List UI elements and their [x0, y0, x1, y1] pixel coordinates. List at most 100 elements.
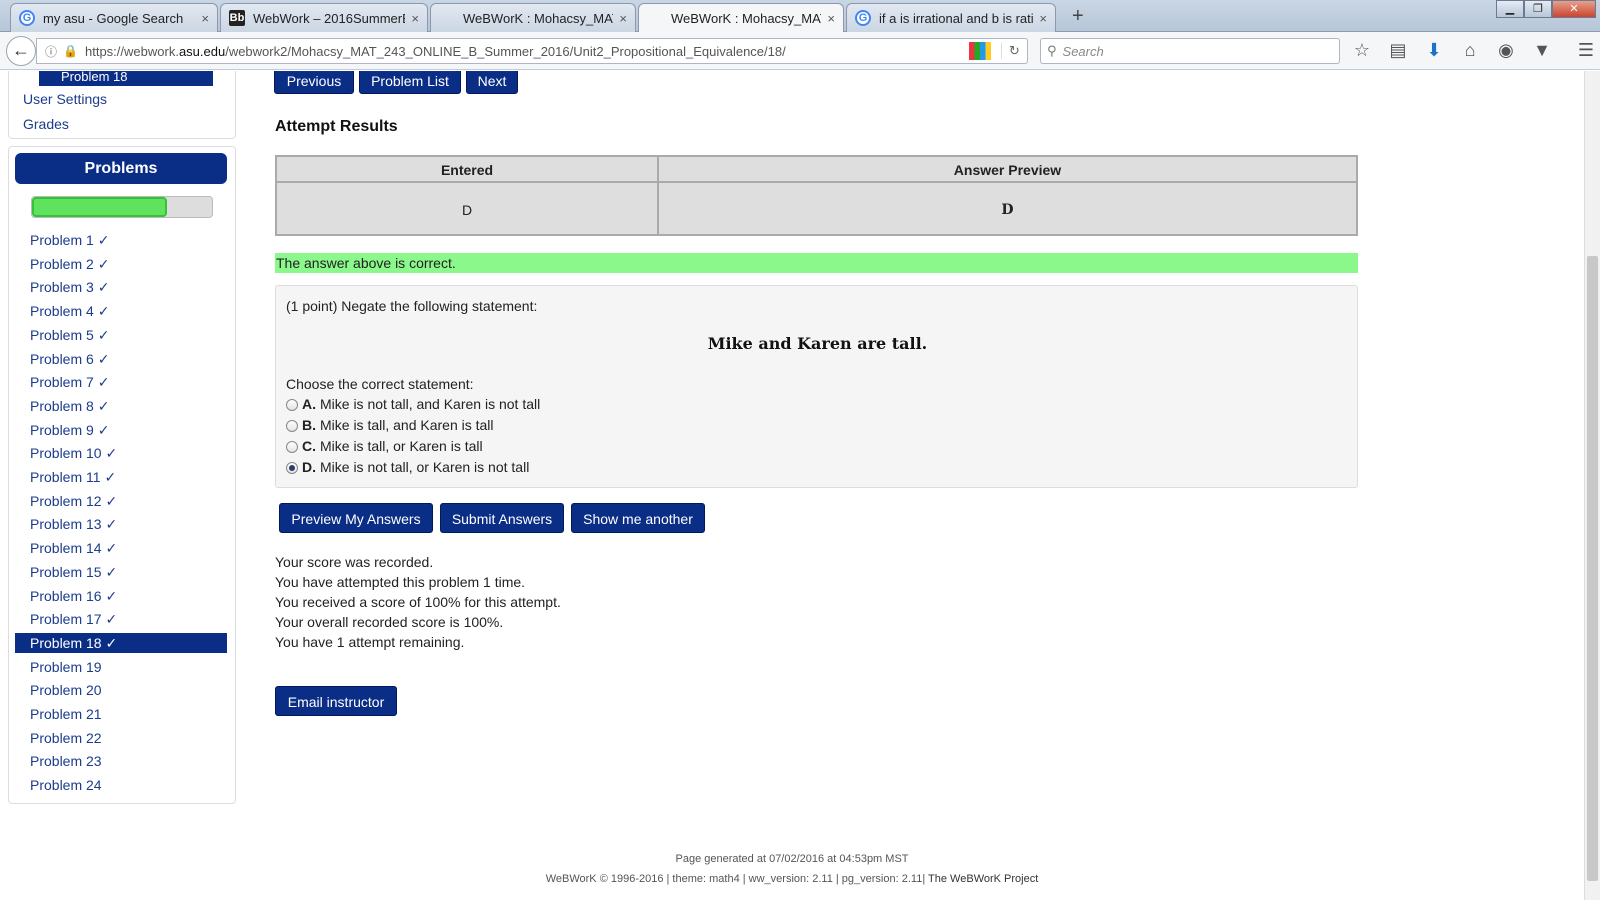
radio-button-c[interactable]	[286, 441, 298, 453]
webwork-project-link[interactable]: The WeBWorK Project	[928, 873, 1038, 885]
blank-page-icon	[647, 11, 663, 27]
close-tab-icon[interactable]: ×	[827, 11, 835, 26]
tab-title: my asu - Google Search	[43, 10, 184, 26]
browser-tab-1[interactable]: G my asu - Google Search ×	[10, 3, 218, 32]
close-tab-icon[interactable]: ×	[201, 11, 209, 26]
current-problem-link[interactable]: Problem 18	[39, 71, 213, 86]
sidebar-problem-link[interactable]: Problem 19	[15, 657, 227, 677]
score-message: You have attempted this problem 1 time.	[275, 574, 526, 590]
browser-tab-2[interactable]: Bb WebWork – 2016SummerB... ×	[220, 3, 428, 32]
download-icon[interactable]: ⬇	[1422, 40, 1446, 61]
home-icon[interactable]: ⌂	[1458, 40, 1482, 61]
choice-d[interactable]: D. Mike is not tall, or Karen is not tal…	[286, 459, 529, 475]
sidebar-problem-link[interactable]: Problem 9 ✓	[15, 420, 227, 440]
user-settings-link[interactable]: User Settings	[23, 91, 107, 107]
lock-icon: 🔒	[63, 44, 78, 58]
copyright-text: WeBWorK © 1996-2016 | theme: math4 | ww_…	[0, 869, 1584, 889]
reload-icon[interactable]: ↻	[1001, 43, 1027, 59]
search-input[interactable]: ⚲ Search	[1040, 38, 1340, 64]
pocket-icon[interactable]: ▼	[1530, 40, 1554, 61]
version-info: WeBWorK © 1996-2016 | theme: math4 | ww_…	[545, 873, 926, 885]
radio-button-d[interactable]	[286, 462, 298, 474]
sidebar-problem-link[interactable]: Problem 14 ✓	[15, 538, 227, 558]
choice-c[interactable]: C. Mike is tall, or Karen is tall	[286, 438, 483, 454]
close-tab-icon[interactable]: ×	[411, 11, 419, 26]
back-button[interactable]: ←	[6, 36, 36, 66]
sidebar-problem-link[interactable]: Problem 22	[15, 728, 227, 748]
extension-icon[interactable]	[969, 42, 991, 60]
maximize-button[interactable]: ❐	[1524, 0, 1552, 18]
answer-preview-cell: D	[1001, 202, 1014, 218]
correct-answer-banner: The answer above is correct.	[275, 253, 1358, 273]
reading-list-icon[interactable]: ▤	[1386, 40, 1410, 61]
entered-answer-cell: D	[461, 202, 473, 218]
sidebar-problem-link[interactable]: Problem 16 ✓	[15, 586, 227, 606]
bookmark-star-icon[interactable]: ☆	[1350, 40, 1374, 61]
sidebar-problem-link[interactable]: Problem 8 ✓	[15, 396, 227, 416]
sidebar-problem-link[interactable]: Problem 6 ✓	[15, 349, 227, 369]
grades-link[interactable]: Grades	[23, 116, 69, 132]
search-placeholder: Search	[1062, 43, 1104, 59]
sidebar-problem-link[interactable]: Problem 12 ✓	[15, 491, 227, 511]
sidebar-problem-link[interactable]: Problem 15 ✓	[15, 562, 227, 582]
sidebar-problem-link[interactable]: Problem 1 ✓	[15, 230, 227, 250]
radio-button-a[interactable]	[286, 399, 298, 411]
chat-icon[interactable]: ◉	[1494, 40, 1518, 61]
sidebar-problem-link[interactable]: Problem 7 ✓	[15, 372, 227, 392]
choose-label: Choose the correct statement:	[286, 376, 474, 392]
email-instructor-button[interactable]: Email instructor	[275, 686, 397, 716]
sidebar-problem-link[interactable]: Problem 11 ✓	[15, 467, 227, 487]
sidebar-problem-link[interactable]: Problem 23	[15, 751, 227, 771]
submit-answers-button[interactable]: Submit Answers	[440, 503, 564, 533]
sidebar-problem-link[interactable]: Problem 2 ✓	[15, 254, 227, 274]
choice-a[interactable]: A. Mike is not tall, and Karen is not ta…	[286, 396, 540, 412]
entered-column-header: Entered	[277, 157, 657, 183]
sidebar-problem-link[interactable]: Problem 13 ✓	[15, 514, 227, 534]
sidebar-problem-link[interactable]: Problem 10 ✓	[15, 443, 227, 463]
choice-b[interactable]: B. Mike is tall, and Karen is tall	[286, 417, 494, 433]
url-text[interactable]: https://webwork.asu.edu/webwork2/Mohacsy…	[79, 44, 969, 59]
tab-title: WeBWorK : Mohacsy_MAT...	[463, 10, 614, 26]
close-window-button[interactable]: ✕	[1552, 0, 1596, 18]
close-tab-icon[interactable]: ×	[619, 11, 627, 26]
problems-heading: Problems	[15, 153, 227, 184]
sidebar-problem-link[interactable]: Problem 4 ✓	[15, 301, 227, 321]
menu-icon[interactable]: ☰	[1574, 40, 1598, 61]
sidebar-problem-link[interactable]: Problem 5 ✓	[15, 325, 227, 345]
progress-bar	[31, 196, 213, 218]
sidebar-problem-link[interactable]: Problem 3 ✓	[15, 277, 227, 297]
browser-tab-3[interactable]: WeBWorK : Mohacsy_MAT... ×	[430, 3, 636, 32]
browser-tab-5[interactable]: G if a is irrational and b is rati... ×	[846, 3, 1056, 32]
radio-button-b[interactable]	[286, 420, 298, 432]
tab-strip: G my asu - Google Search × Bb WebWork – …	[0, 0, 1600, 33]
choice-text: Mike is not tall, and Karen is not tall	[320, 396, 541, 412]
choice-letter: A.	[302, 396, 316, 412]
problem-intro: (1 point) Negate the following statement…	[286, 298, 538, 314]
next-button[interactable]: Next	[466, 71, 518, 94]
score-messages: Your score was recorded. You have attemp…	[275, 552, 561, 652]
vertical-scrollbar[interactable]	[1584, 71, 1600, 900]
show-another-button[interactable]: Show me another	[571, 503, 705, 533]
previous-button[interactable]: Previous	[274, 71, 354, 94]
minimize-button[interactable]: ▁	[1496, 0, 1524, 18]
sidebar-problem-link[interactable]: Problem 20	[15, 680, 227, 700]
info-icon[interactable]: ⓘ	[45, 43, 63, 60]
close-tab-icon[interactable]: ×	[1039, 11, 1047, 26]
page-generated-text: Page generated at 07/02/2016 at 04:53pm …	[675, 853, 909, 865]
sidebar-problem-link[interactable]: Problem 21	[15, 704, 227, 724]
progress-fill	[32, 197, 167, 217]
new-tab-button[interactable]: +	[1072, 5, 1084, 28]
preview-answers-button[interactable]: Preview My Answers	[279, 503, 433, 533]
sidebar-problem-link[interactable]: Problem 18 ✓	[15, 632, 227, 653]
browser-tab-4-active[interactable]: WeBWorK : Mohacsy_MAT... ×	[638, 3, 844, 33]
scrollbar-thumb[interactable]	[1587, 256, 1598, 881]
address-bar[interactable]: ⓘ 🔒 https://webwork.asu.edu/webwork2/Moh…	[36, 38, 1028, 64]
choice-text: Mike is not tall, or Karen is not tall	[320, 459, 530, 475]
problem-statement: Mike and Karen are tall.	[707, 334, 928, 353]
tab-title: WebWork – 2016SummerB...	[253, 10, 406, 26]
problem-list-button[interactable]: Problem List	[359, 71, 461, 94]
url-path: /webwork2/Mohacsy_MAT_243_ONLINE_B_Summe…	[225, 43, 786, 59]
sidebar-problem-link[interactable]: Problem 17 ✓	[15, 609, 227, 629]
sidebar-problem-link[interactable]: Problem 24	[15, 775, 227, 795]
score-message: Your overall recorded score is 100%.	[275, 614, 504, 630]
